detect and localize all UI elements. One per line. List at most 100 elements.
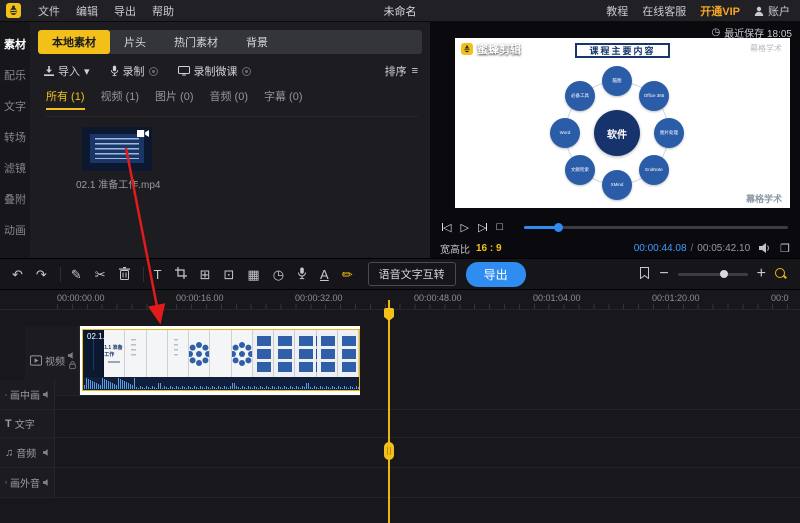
zoom-in-button[interactable]: + — [757, 265, 766, 283]
tab-local-material[interactable]: 本地素材 — [38, 30, 110, 54]
edit-clip-button[interactable]: ✎ — [71, 268, 82, 281]
track-mute-icon[interactable] — [68, 352, 76, 359]
media-thumbnail[interactable] — [82, 127, 152, 171]
pip-track-body[interactable] — [55, 380, 800, 409]
undo-button[interactable]: ↶ — [12, 268, 23, 281]
split-button[interactable]: ✂ — [95, 268, 106, 281]
zoom-slider-handle[interactable] — [720, 270, 728, 278]
diagram-satellite: Office 365 — [639, 81, 669, 111]
video-preview[interactable]: 课程主要内容 软件 脑图 Office 365 图片处理 EndNote XMi… — [455, 38, 790, 208]
mosaic-button[interactable]: ▦ — [247, 268, 259, 281]
clip-thumb-text — [125, 330, 146, 377]
voiceover-track-body[interactable] — [55, 468, 800, 497]
redo-button[interactable]: ↷ — [36, 268, 47, 281]
track-label: 视频 — [45, 353, 65, 368]
material-actions: 导入 ▾ 录制 录制微课 排序 ≡ — [44, 63, 418, 79]
audio-track-body[interactable] — [55, 438, 800, 467]
video-editor-app: 文件 编辑 导出 帮助 未命名 教程 在线客服 开通VIP 账户 素材 配乐 文… — [0, 0, 800, 523]
support-link[interactable]: 在线客服 — [642, 3, 686, 19]
import-button[interactable]: 导入 ▾ — [44, 63, 90, 79]
track-mute-icon[interactable] — [43, 391, 51, 398]
diagram-satellite: Word — [550, 118, 580, 148]
sidebar-item-overlay[interactable]: 叠附 — [4, 183, 26, 214]
menu-file[interactable]: 文件 — [30, 3, 68, 19]
picture-in-picture-button[interactable]: ⊡ — [223, 268, 234, 281]
tutorial-link[interactable]: 教程 — [606, 3, 628, 19]
tab-background[interactable]: 背景 — [232, 30, 282, 54]
filter-video[interactable]: 视频 (1) — [101, 88, 140, 110]
duration-button[interactable]: ◷ — [273, 268, 284, 281]
menu-edit[interactable]: 编辑 — [68, 3, 106, 19]
preview-seek-slider[interactable] — [524, 226, 788, 229]
record-dot-icon — [242, 67, 251, 76]
stop-button[interactable]: □ — [496, 221, 503, 233]
playhead-handle[interactable] — [384, 442, 394, 460]
text-track-icon: T — [5, 418, 12, 430]
step-forward-button[interactable]: ▷ — [478, 221, 487, 234]
track-label: 文字 — [15, 416, 35, 431]
watermark-text: 蜜蜂剪辑 — [477, 41, 521, 57]
record-dot-icon — [149, 67, 158, 76]
diagram-satellite: EndNote — [639, 155, 669, 185]
playhead-line[interactable] — [388, 300, 390, 523]
speech-text-convert-button[interactable]: 语音文字互转 — [368, 262, 456, 286]
menubar: 文件 编辑 导出 帮助 未命名 教程 在线客服 开通VIP 账户 — [0, 0, 800, 22]
play-button[interactable]: ▷ — [460, 221, 468, 234]
subtitle-button[interactable]: A — [320, 268, 329, 281]
timeline-ruler[interactable]: 00:00:00.00 00:00:16.00 00:00:32.00 00:0… — [0, 290, 800, 310]
vip-link[interactable]: 开通VIP — [700, 3, 740, 19]
filter-all[interactable]: 所有 (1) — [46, 88, 85, 110]
marker-button[interactable] — [639, 267, 650, 281]
fit-timeline-magnifier-icon[interactable] — [775, 268, 788, 281]
fullscreen-button[interactable]: ❐ — [780, 242, 790, 255]
export-button[interactable]: 导出 — [466, 262, 526, 287]
delete-button[interactable] — [119, 267, 130, 282]
filter-audio[interactable]: 音频 (0) — [210, 88, 249, 110]
record-micro-lesson-button[interactable]: 录制微课 — [178, 63, 251, 79]
filter-subtitle[interactable]: 字幕 (0) — [264, 88, 303, 110]
menu-export[interactable]: 导出 — [106, 3, 144, 19]
timeline: 00:00:00.00 00:00:16.00 00:00:32.00 00:0… — [0, 290, 800, 523]
aspect-ratio-value[interactable]: 16 : 9 — [476, 243, 502, 254]
tab-intro[interactable]: 片头 — [110, 30, 160, 54]
track-mute-icon[interactable] — [43, 449, 51, 456]
slide-title: 课程主要内容 — [575, 43, 669, 58]
volume-button[interactable] — [759, 243, 771, 253]
filter-image[interactable]: 图片 (0) — [155, 88, 194, 110]
track-lock-icon[interactable] — [69, 361, 76, 369]
preview-progress-handle[interactable] — [554, 223, 563, 232]
download-icon — [44, 66, 54, 76]
sidebar-item-material[interactable]: 素材 — [4, 28, 26, 59]
transform-button[interactable]: ⊞ — [200, 268, 211, 281]
track-mute-icon[interactable] — [43, 479, 51, 486]
crop-button[interactable] — [175, 267, 187, 281]
voiceover-button[interactable] — [297, 267, 307, 282]
import-label: 导入 — [58, 63, 80, 79]
timeline-zoom-slider[interactable] — [678, 273, 748, 276]
text-tool-button[interactable]: T — [154, 268, 162, 281]
media-item[interactable]: 02.1 准备工作.mp4 — [76, 127, 196, 191]
sidebar-item-filter[interactable]: 滤镜 — [4, 152, 26, 183]
zoom-out-button[interactable]: − — [659, 265, 668, 283]
audio-track: ♫ 音频 — [0, 438, 800, 468]
diagram-satellite: XMind — [602, 170, 632, 200]
preview-panel: ◷ 最近保存 18:05 课程主要内容 软件 脑图 Office 365 图片处… — [430, 22, 800, 258]
account-button[interactable]: 账户 — [754, 3, 790, 19]
clip-thumb-blank — [210, 330, 231, 377]
sidebar-item-transition[interactable]: 转场 — [4, 121, 26, 152]
record-button[interactable]: 录制 — [110, 63, 158, 79]
step-back-button[interactable]: ◁ — [442, 221, 451, 234]
tab-hot-material[interactable]: 热门素材 — [160, 30, 232, 54]
current-time: 00:00:44.08 — [634, 243, 687, 254]
media-panel: 素材 配乐 文字 转场 滤镜 叠附 动画 本地素材 片头 热门素材 背景 导入 … — [0, 22, 430, 258]
text-track-body[interactable] — [55, 410, 800, 437]
sidebar-item-animation[interactable]: 动画 — [4, 214, 26, 245]
sidebar-item-text[interactable]: 文字 — [4, 90, 26, 121]
mic-icon — [110, 65, 119, 77]
sort-button[interactable]: 排序 ≡ — [385, 63, 418, 79]
clip-thumb-grid — [295, 330, 316, 377]
sidebar-item-music[interactable]: 配乐 — [4, 59, 26, 90]
annotate-button[interactable]: ✏ — [342, 268, 353, 281]
slide-credit: 幕格学术 — [746, 192, 782, 205]
menu-help[interactable]: 帮助 — [144, 3, 182, 19]
